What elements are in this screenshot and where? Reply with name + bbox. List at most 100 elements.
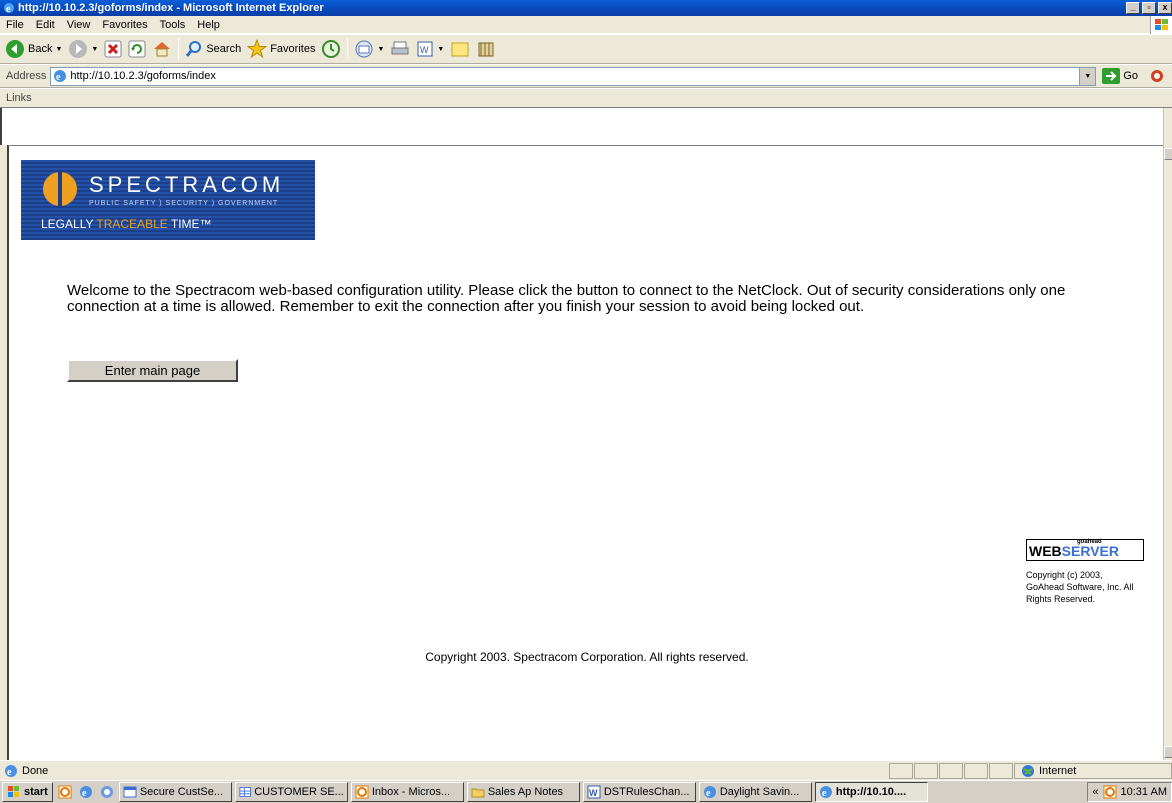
favorites-button[interactable]: Favorites [244,36,318,62]
print-button[interactable] [387,36,413,62]
enter-main-page-button[interactable]: Enter main page [67,359,238,382]
research-icon [478,42,494,57]
window-title-bar[interactable]: e http://10.10.2.3/goforms/index - Micro… [0,0,1172,16]
page-copyright: Copyright 2003. Spectracom Corporation. … [425,650,749,664]
task-button[interactable]: e Daylight Savin... [698,782,812,802]
back-arrow-icon [6,40,24,58]
search-label: Search [206,43,242,55]
menu-file[interactable]: File [0,19,30,31]
toolbar-separator [347,38,349,60]
svg-text:W: W [589,788,598,798]
menu-favorites[interactable]: Favorites [96,19,153,31]
outlook-icon [355,785,369,799]
menu-help[interactable]: Help [191,19,226,31]
menu-bar: File Edit View Favorites Tools Help [0,16,1172,34]
webserver-badge[interactable]: goahead WEB SERVER [1026,539,1144,561]
ie-icon: e [703,786,716,799]
ie-logo-icon: e [4,3,14,14]
task-button[interactable]: W DSTRulesChan... [582,782,696,802]
window-title: http://10.10.2.3/goforms/index - Microso… [18,2,324,14]
forward-arrow-icon [69,40,88,58]
stop-button[interactable] [101,36,125,62]
menu-tools[interactable]: Tools [154,19,192,31]
clock[interactable]: 10:31 AM [1121,786,1167,798]
page-done-icon: e [5,764,17,778]
word-icon: W [587,785,601,799]
mail-icon [355,40,373,58]
minimize-button[interactable]: _ [1126,2,1140,14]
address-bar: Address e http://10.10.2.3/goforms/index… [0,64,1172,88]
quicklaunch-ie-icon[interactable]: e [77,783,95,801]
quicklaunch-desktop-icon[interactable] [98,783,116,801]
chevron-down-icon[interactable]: ▼ [55,46,62,53]
menu-view[interactable]: View [61,19,97,31]
task-button[interactable]: Secure CustSe... [118,782,232,802]
ie-icon: e [819,786,832,799]
chevron-down-icon[interactable]: ▼ [437,46,444,53]
toolbar-separator [178,38,180,60]
star-icon [247,39,268,59]
logo-emblem [43,170,77,208]
windows-logo-icon [8,786,19,797]
status-pane [889,762,913,779]
search-button[interactable]: Search [182,36,244,62]
tray-expand-icon[interactable]: « [1092,786,1098,798]
search-icon [186,41,202,57]
start-button[interactable]: start [2,782,53,802]
home-button[interactable] [149,36,175,62]
history-button[interactable] [318,36,344,62]
close-button[interactable]: x [1158,2,1172,14]
chevron-down-icon[interactable]: ▼ [91,46,98,53]
svg-text:e: e [6,4,11,14]
restore-button[interactable]: ▫ [1142,2,1156,14]
address-label: Address [6,70,47,82]
refresh-icon [128,40,146,58]
logo-tagline: LEGALLY TRACEABLE TIME™ [41,217,212,231]
chevron-down-icon[interactable]: ▼ [377,46,384,53]
status-pane [939,762,963,779]
scroll-up-icon[interactable] [1164,148,1172,160]
svg-text:W: W [420,45,429,55]
links-bar: Links [0,88,1172,108]
go-label: Go [1123,70,1139,82]
window-icon [123,786,137,798]
svg-text:e: e [822,788,827,799]
vertical-scrollbar[interactable] [1163,108,1172,760]
task-button-active[interactable]: e http://10.10.... [814,782,928,802]
task-button[interactable]: CUSTOMER SE... [234,782,348,802]
system-tray: « 10:31 AM [1087,782,1172,802]
task-button[interactable]: Sales Ap Notes [466,782,580,802]
logo-name: SPECTRACOM [89,172,285,197]
links-label[interactable]: Links [6,92,32,104]
status-pane [964,762,988,779]
badge-web: WEB [1029,543,1062,559]
taskbar: start e Secure CustSe... CUSTOMER SE... … [0,780,1172,803]
welcome-text: Welcome to the Spectracom web-based conf… [67,282,1066,315]
address-dropdown-icon[interactable]: ▼ [1079,67,1096,85]
start-label: start [24,786,48,798]
quicklaunch-outlook-icon[interactable] [56,783,74,801]
address-input[interactable]: e http://10.10.2.3/goforms/index ▼ [50,66,1097,86]
table-icon [239,787,251,797]
notes-button[interactable] [447,36,473,62]
go-arrow-icon [1102,68,1121,84]
go-button[interactable]: Go [1102,68,1138,84]
menu-edit[interactable]: Edit [30,19,61,31]
research-button[interactable] [473,36,499,62]
svg-text:e: e [706,788,711,799]
content-top-area [0,108,1172,145]
scroll-down-icon[interactable] [1164,746,1172,758]
outlook-reminder-icon[interactable] [1103,785,1117,799]
security-zone[interactable]: Internet [1014,762,1172,779]
mail-button[interactable]: ▼ [351,36,387,62]
back-button[interactable]: Back ▼ [2,36,65,62]
edit-button[interactable]: W ▼ [413,36,447,62]
task-button[interactable]: Inbox - Micros... [350,782,464,802]
home-icon [154,42,171,57]
word-doc-icon: W [417,41,433,57]
page-icon: e [54,70,67,83]
forward-button[interactable]: ▼ [65,36,101,62]
toolbar-addon-icon[interactable] [1150,69,1164,83]
history-icon [322,40,341,58]
refresh-button[interactable] [125,36,149,62]
